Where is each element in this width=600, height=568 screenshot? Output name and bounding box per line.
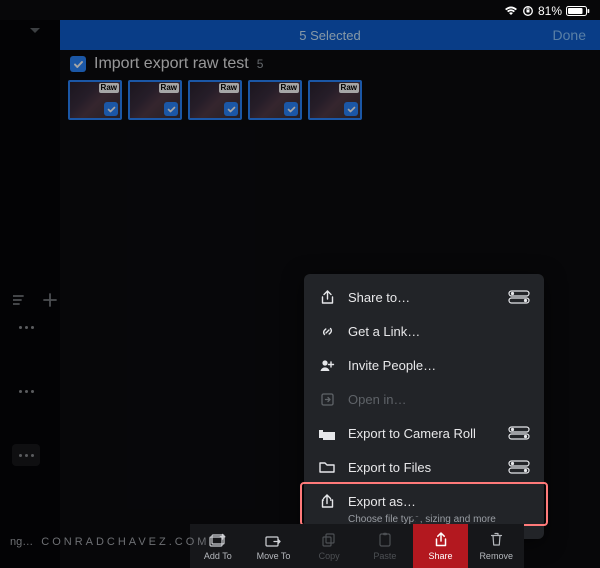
thumbnail[interactable]: Raw	[308, 80, 362, 120]
selection-count-label: 5 Selected	[299, 28, 360, 43]
more-icon[interactable]	[12, 316, 40, 338]
share-menu-caret	[411, 517, 425, 524]
menu-item-label: Export to Files	[348, 460, 496, 475]
toolbar-remove[interactable]: Remove	[468, 524, 524, 568]
share-icon	[318, 288, 336, 306]
toolbar-move-to[interactable]: Move To	[246, 524, 302, 568]
toolbar-label: Share	[429, 551, 453, 561]
more-icon[interactable]	[12, 444, 40, 466]
collection-count: 5	[257, 57, 264, 71]
toolbar-label: Paste	[373, 551, 396, 561]
menu-item-label: Open in…	[348, 392, 530, 407]
paste-icon	[378, 531, 392, 548]
status-bar: 81%	[504, 0, 600, 20]
left-toolbar	[12, 292, 58, 308]
menu-item-share-to[interactable]: Share to…	[304, 280, 544, 314]
menu-item-get-link[interactable]: Get a Link…	[304, 314, 544, 348]
toolbar-label: Remove	[479, 551, 513, 561]
bottom-toolbar: Add To Move To Copy Paste Share Remove	[190, 524, 524, 568]
collection-checkbox[interactable]	[70, 56, 86, 72]
menu-item-open-in: Open in…	[304, 382, 544, 416]
raw-badge: Raw	[279, 83, 299, 93]
thumbnail-row: Raw Raw Raw Raw Raw	[68, 80, 362, 120]
raw-badge: Raw	[339, 83, 359, 93]
raw-badge: Raw	[99, 83, 119, 93]
camera-roll-icon	[318, 424, 336, 442]
collection-header: Import export raw test 5	[70, 55, 263, 73]
battery-icon	[566, 5, 590, 17]
selection-bar: 5 Selected Done	[60, 20, 600, 50]
menu-item-label: Invite People…	[348, 358, 530, 373]
album-add-icon	[209, 531, 226, 548]
wifi-icon	[504, 6, 518, 16]
thumbnail[interactable]: Raw	[68, 80, 122, 120]
toolbar-share[interactable]: Share	[413, 524, 469, 568]
people-add-icon	[318, 356, 336, 374]
trash-icon	[490, 531, 503, 548]
add-icon[interactable]	[42, 292, 58, 308]
toolbar-paste: Paste	[357, 524, 413, 568]
settings-toggle-icon[interactable]	[508, 460, 530, 474]
menu-item-label: Share to…	[348, 290, 496, 305]
settings-toggle-icon[interactable]	[508, 426, 530, 440]
toolbar-label: Copy	[319, 551, 340, 561]
collection-title: Import export raw test	[94, 55, 249, 73]
settings-toggle-icon[interactable]	[508, 290, 530, 304]
copy-icon	[322, 531, 336, 548]
raw-badge: Raw	[219, 83, 239, 93]
menu-item-export-as[interactable]: Export as…	[304, 484, 544, 518]
selected-check-icon	[224, 102, 238, 116]
toolbar-label: Add To	[204, 551, 232, 561]
selected-check-icon	[344, 102, 358, 116]
selected-check-icon	[284, 102, 298, 116]
open-in-icon	[318, 390, 336, 408]
menu-item-label: Get a Link…	[348, 324, 530, 339]
raw-badge: Raw	[159, 83, 179, 93]
link-icon	[318, 322, 336, 340]
thumbnail[interactable]: Raw	[188, 80, 242, 120]
watermark: ng…CONRADCHAVEZ.COM	[10, 536, 209, 548]
done-button[interactable]: Done	[553, 20, 586, 50]
menu-item-export-camera-roll[interactable]: Export to Camera Roll	[304, 416, 544, 450]
more-icon[interactable]	[12, 380, 40, 402]
menu-item-label: Export as…	[348, 494, 530, 509]
share-icon	[434, 531, 448, 548]
folder-icon	[318, 458, 336, 476]
thumbnail[interactable]: Raw	[248, 80, 302, 120]
toolbar-label: Move To	[257, 551, 291, 561]
selected-check-icon	[164, 102, 178, 116]
thumbnail[interactable]: Raw	[128, 80, 182, 120]
menu-item-label: Export to Camera Roll	[348, 426, 496, 441]
toolbar-copy: Copy	[301, 524, 357, 568]
menu-item-invite-people[interactable]: Invite People…	[304, 348, 544, 382]
share-menu: Share to… Get a Link… Invite People… Ope…	[304, 274, 544, 539]
battery-percent: 81%	[538, 4, 562, 18]
filter-icon[interactable]	[12, 292, 28, 308]
menu-item-export-files[interactable]: Export to Files	[304, 450, 544, 484]
selected-check-icon	[104, 102, 118, 116]
rotation-lock-icon	[522, 5, 534, 17]
album-move-icon	[265, 531, 282, 548]
export-as-icon	[318, 492, 336, 510]
